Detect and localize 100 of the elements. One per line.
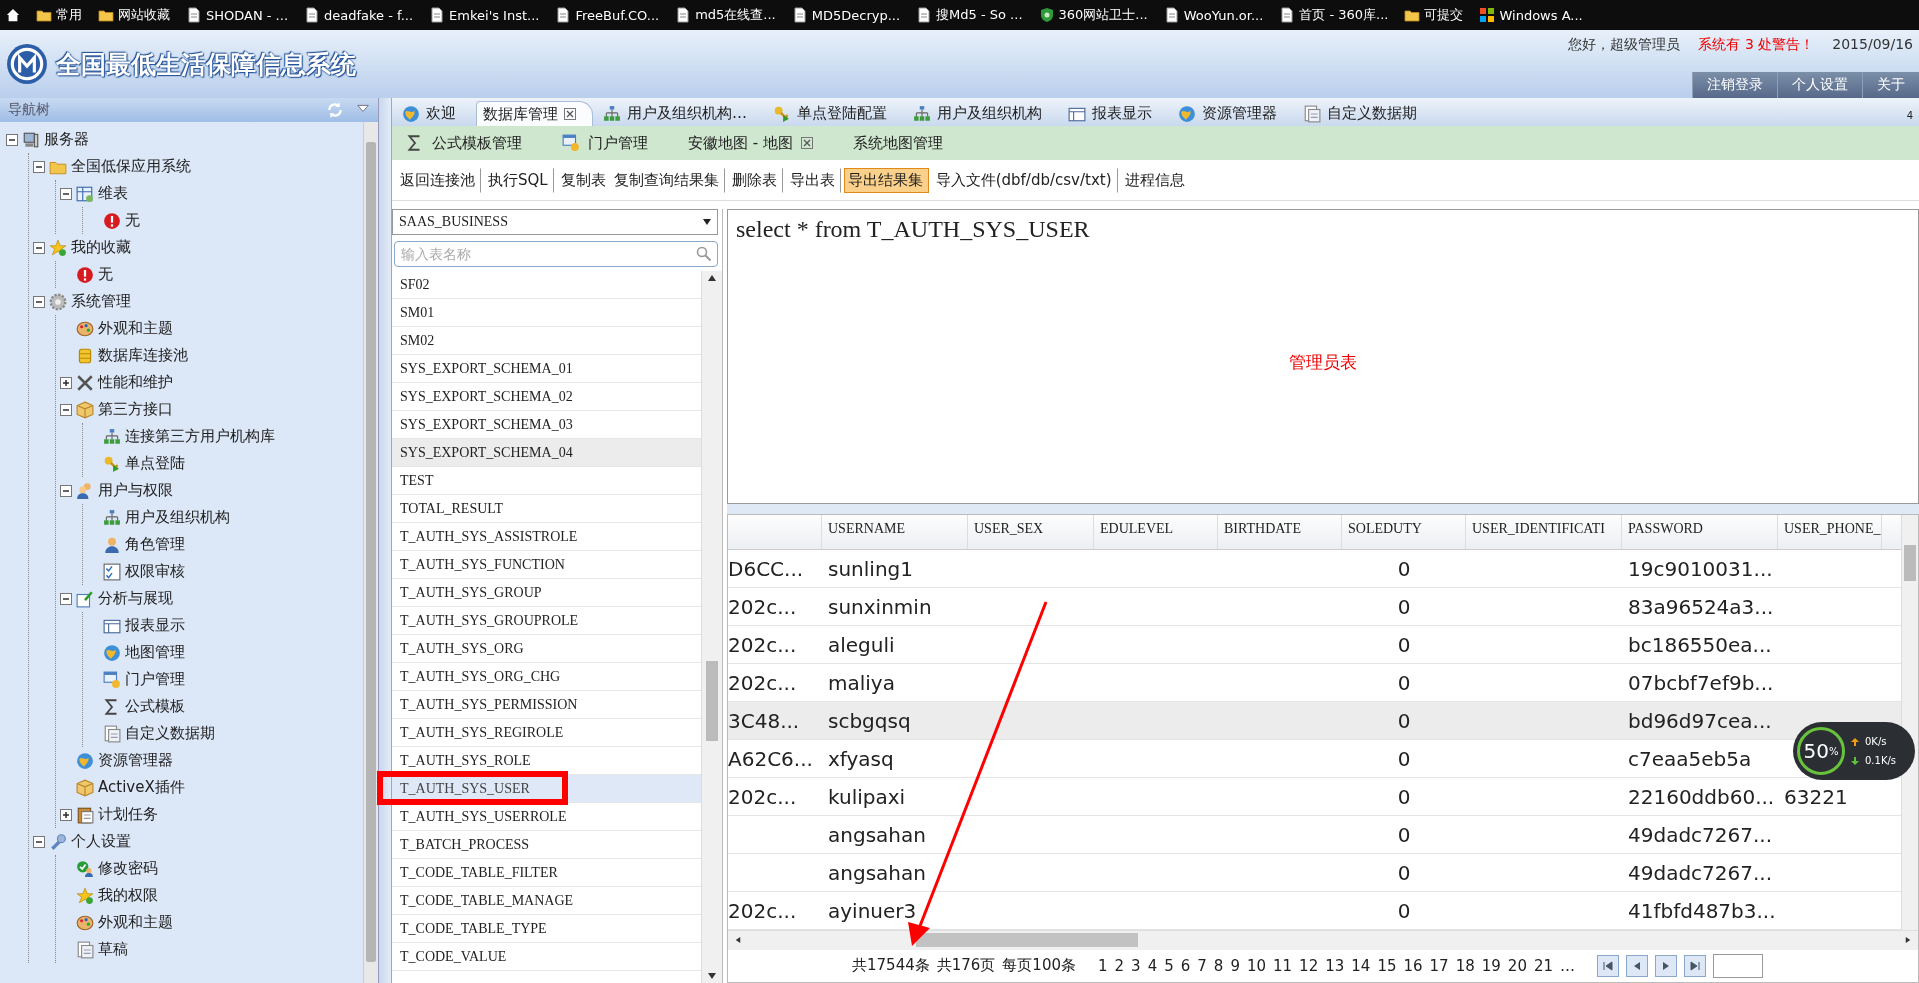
tree-item[interactable]: 性能和维护 [98,373,173,392]
page-link[interactable]: 14 [1351,956,1371,975]
page-link[interactable]: 4 [1147,956,1158,975]
page-input[interactable] [1713,953,1764,978]
page-link[interactable]: 13 [1325,956,1345,975]
tab[interactable]: 系统地图管理 [846,132,949,154]
tab[interactable]: 公式模板管理 [400,132,528,154]
toolbar-button[interactable]: 返回连接池 [396,167,481,193]
bookmark-link[interactable]: 360网站卫士... [1058,6,1148,24]
tree-item[interactable]: 个人设置 [71,832,131,851]
bookmark-link[interactable]: md5在线查... [695,6,776,24]
toolbar-button[interactable]: 执行SQL [484,167,554,193]
toolbar-button[interactable]: 复制查询结果集 [609,167,725,193]
search-icon[interactable] [696,246,712,262]
bookmark-link[interactable]: FreeBuf.CO... [575,7,660,23]
table-list-item[interactable]: T_AUTH_SYS_FUNCTION [392,551,701,579]
table-list-item[interactable]: SM01 [392,299,701,327]
toolbar-button[interactable]: 导出表 [785,167,841,193]
table-list-item[interactable]: T_AUTH_SYS_PERMISSION [392,691,701,719]
tab[interactable]: 报表显示 [1062,101,1168,126]
tree-item[interactable]: 我的收藏 [71,238,131,257]
tab[interactable]: 用户及组织机构 [907,101,1058,126]
tree-item[interactable]: 地图管理 [125,643,185,662]
bookmark-link[interactable]: 常用 [56,6,82,24]
search-field[interactable]: 输入表名称 [394,241,718,267]
page-link[interactable]: 15 [1377,956,1397,975]
network-monitor-widget[interactable]: 50% 0K/s 0.1K/s [1793,722,1915,780]
table-list-item[interactable]: T_CODE_TABLE_TYPE [392,915,701,943]
bookmark-link[interactable]: 搜Md5 - So ... [936,6,1023,24]
column-header[interactable]: USER_SEX [968,515,1094,549]
table-list-item[interactable]: T_CODE_TABLE_MANAGE [392,887,701,915]
tree-item[interactable]: 单点登陆 [125,454,185,473]
tree-item[interactable]: 计划任务 [98,805,158,824]
tab[interactable]: 数据库管理 [476,101,593,126]
splitter[interactable] [379,98,392,983]
tree-item[interactable]: 全国低保应用系统 [71,157,191,176]
page-link[interactable]: 2 [1114,956,1125,975]
scrollbar[interactable] [1901,515,1918,930]
expand-toggle[interactable] [60,808,72,821]
table-list-item[interactable]: SYS_EXPORT_SCHEMA_01 [392,355,701,383]
tree-item[interactable]: 公式模板 [125,697,185,716]
tab[interactable]: 单点登陆配置 [767,101,903,126]
collapse-toggle[interactable] [33,295,45,308]
table-list-item[interactable]: SYS_EXPORT_SCHEMA_02 [392,383,701,411]
tree-item[interactable]: 自定义数据期 [125,724,215,743]
toolbar-button[interactable]: 导出结果集 [843,167,929,193]
bookmark-link[interactable]: Windows A... [1499,7,1583,23]
scrollbar-thumb[interactable] [366,142,376,962]
tree-item[interactable]: 权限审核 [125,562,185,581]
page-link[interactable]: 16 [1403,956,1423,975]
table-list-item[interactable]: SYS_EXPORT_SCHEMA_04 [392,439,701,467]
tree-item[interactable]: 资源管理器 [98,751,173,770]
tree-item[interactable]: 外观和主题 [98,319,173,338]
close-icon[interactable] [800,137,813,149]
table-list-item[interactable]: TEST [392,467,701,495]
bookmark-link[interactable]: WooYun.or... [1183,7,1264,23]
collapse-toggle[interactable] [33,160,45,173]
tab[interactable]: 欢迎 [396,101,472,126]
page-link[interactable]: 9 [1230,956,1240,975]
table-list-item[interactable]: SF02 [392,271,701,299]
sql-editor[interactable]: select * from T_AUTH_SYS_USER 管理员表 [727,209,1919,504]
scroll-left-arrow-icon[interactable] [734,937,742,944]
column-header[interactable]: USER_IDENTIFICATI [1466,515,1622,549]
table-list-item[interactable]: T_AUTH_SYS_USERROLE [392,803,701,831]
page-link[interactable]: 7 [1197,956,1207,975]
toolbar-button[interactable]: 删除表 [727,167,783,193]
table-list-item[interactable]: T_AUTH_SYS_GROUP [392,579,701,607]
page-link[interactable]: 21 [1533,956,1554,975]
page-link[interactable]: 18 [1455,956,1475,975]
collapse-toggle[interactable] [33,835,45,848]
tree-item[interactable]: 用户与权限 [98,481,173,500]
page-link[interactable]: 3 [1131,956,1141,975]
tree-item[interactable]: 无 [98,265,113,284]
scrollbar-thumb[interactable] [1904,545,1916,581]
page-link[interactable]: 17 [1429,956,1449,975]
tree-item[interactable]: 连接第三方用户机构库 [125,427,275,446]
tree-item[interactable]: 修改密码 [98,859,158,878]
close-icon[interactable] [564,108,576,120]
tree-item[interactable]: 无 [125,211,140,230]
scroll-down-arrow-icon[interactable] [708,973,716,979]
collapse-toggle[interactable] [6,133,18,146]
collapse-toggle[interactable] [60,592,72,605]
column-header[interactable]: BIRTHDATE [1218,515,1342,549]
tree-item[interactable]: 维表 [98,184,128,203]
table-list-item[interactable]: T_AUTH_SYS_GROUPROLE [392,607,701,635]
scroll-right-arrow-icon[interactable] [1904,937,1912,944]
toolbar-button[interactable]: 进程信息 [1120,167,1189,193]
page-link[interactable]: 10 [1246,956,1266,975]
page-link[interactable]: 20 [1507,956,1527,975]
scroll-up-arrow-icon[interactable] [708,275,716,281]
tree-item[interactable]: 外观和主题 [98,913,173,932]
table-list-item[interactable]: SM02 [392,327,701,355]
toolbar-button[interactable]: 复制表 [556,167,610,193]
bookmark-link[interactable]: 可提交 [1424,6,1464,24]
tree-item[interactable]: 报表显示 [125,616,185,635]
page-link[interactable]: 12 [1299,956,1319,975]
page-link[interactable]: 8 [1213,956,1224,975]
column-header[interactable]: EDULEVEL [1094,515,1218,549]
column-header[interactable]: SOLEDUTY [1342,515,1466,549]
tree-item[interactable]: 用户及组织机构 [125,508,230,527]
